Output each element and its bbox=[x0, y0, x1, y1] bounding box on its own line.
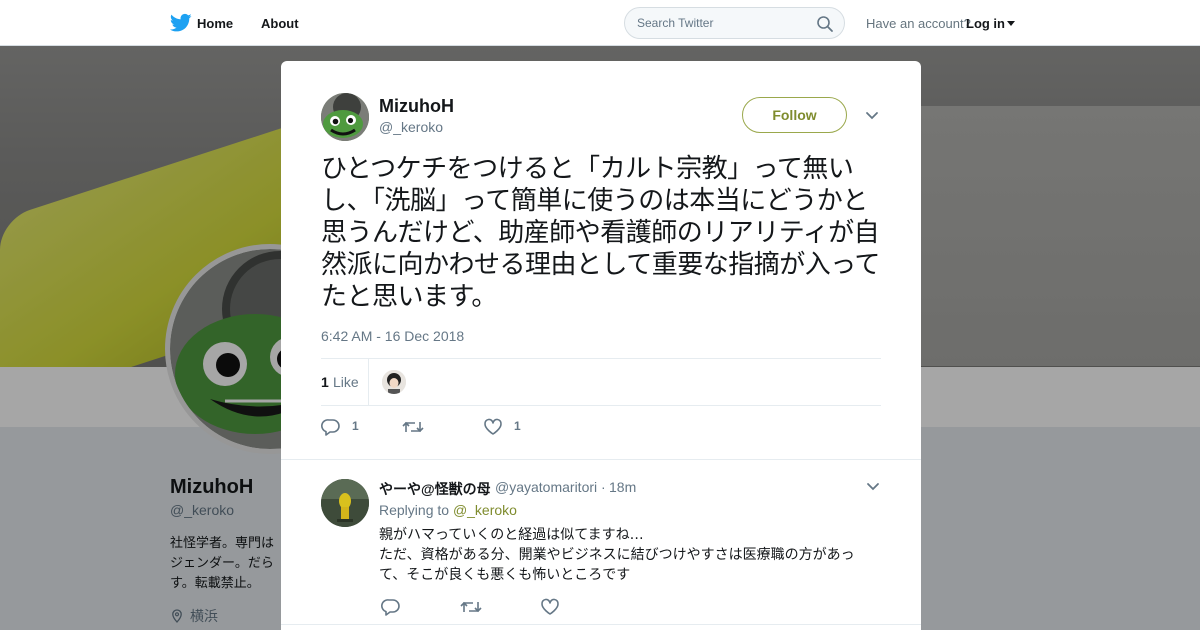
retweet-icon bbox=[402, 421, 424, 433]
top-nav: Home About Search Twitter Have an accoun… bbox=[0, 0, 1200, 46]
likes-count[interactable]: 1 bbox=[321, 374, 329, 390]
reply-tweet-actions bbox=[379, 596, 679, 616]
heart-icon bbox=[541, 598, 559, 615]
twitter-bird-icon[interactable] bbox=[170, 13, 192, 33]
reply-author-handle[interactable]: @yayatomaritori bbox=[495, 479, 597, 495]
tweet-timestamp[interactable]: 6:42 AM - 16 Dec 2018 bbox=[321, 328, 464, 344]
tweet-text: ひとつケチをつけると「カルト宗教」って無いし、「洗脳」って簡単に使うのは本当にど… bbox=[321, 154, 880, 312]
chevron-down-icon[interactable] bbox=[866, 482, 880, 492]
tweet-stats: 1 Like bbox=[321, 358, 881, 406]
chevron-down-icon[interactable] bbox=[865, 111, 879, 121]
have-account-text: Have an account? bbox=[866, 16, 971, 31]
search-placeholder: Search Twitter bbox=[637, 16, 714, 30]
tweet-modal: MizuhoH @_keroko Follow ひとつケチをつけると「カルト宗教… bbox=[281, 61, 921, 630]
reply-author-avatar[interactable] bbox=[321, 479, 369, 527]
reply-text-line: ただ、資格がある分、開業やビジネスに結びつけやすさは医療職の方があっ bbox=[379, 547, 855, 563]
tweet-actions: 1 1 bbox=[321, 416, 621, 438]
search-input[interactable]: Search Twitter bbox=[624, 7, 845, 39]
divider bbox=[281, 459, 921, 467]
close-icon[interactable] bbox=[1154, 12, 1178, 36]
reply-count: 1 bbox=[352, 419, 359, 433]
avatar-image bbox=[382, 370, 406, 394]
nav-about-link[interactable]: About bbox=[261, 16, 299, 31]
reply-text-line: 親がハマっていくのと経過は似てますね… bbox=[379, 527, 644, 543]
author-name[interactable]: MizuhoH bbox=[379, 96, 454, 117]
reply-text-line: て、そこが良くも悪くも怖いところです bbox=[379, 567, 631, 583]
search-icon[interactable] bbox=[816, 15, 834, 33]
heart-icon bbox=[484, 418, 502, 435]
reply-timestamp[interactable]: 18m bbox=[609, 479, 636, 495]
replying-to: Replying to @_keroko bbox=[379, 502, 517, 518]
chevron-down-icon[interactable] bbox=[1007, 21, 1015, 26]
follow-button[interactable]: Follow bbox=[742, 97, 847, 133]
likes-label[interactable]: Like bbox=[333, 374, 359, 390]
like-count: 1 bbox=[514, 419, 521, 433]
replying-to-label: Replying to bbox=[379, 502, 450, 518]
reply-icon bbox=[321, 419, 340, 436]
nav-home-link[interactable]: Home bbox=[197, 16, 233, 31]
reply-text: 親がハマっていくのと経過は似てますね… ただ、資格がある分、開業やビジネスに結び… bbox=[379, 525, 869, 585]
separator-dot: · bbox=[601, 479, 606, 495]
retweet-icon bbox=[460, 601, 482, 613]
replying-to-handle-link[interactable]: @_keroko bbox=[453, 502, 517, 518]
login-link[interactable]: Log in bbox=[966, 16, 1005, 31]
author-avatar[interactable] bbox=[321, 93, 369, 141]
divider bbox=[281, 624, 921, 625]
author-handle[interactable]: @_keroko bbox=[379, 119, 443, 135]
reply-author-name[interactable]: やーや@怪獣の母 bbox=[379, 479, 491, 499]
reply-icon bbox=[381, 599, 400, 616]
avatar-image bbox=[321, 93, 369, 141]
liker-avatar[interactable] bbox=[382, 370, 406, 394]
avatar-image bbox=[321, 479, 369, 527]
divider bbox=[368, 359, 369, 405]
